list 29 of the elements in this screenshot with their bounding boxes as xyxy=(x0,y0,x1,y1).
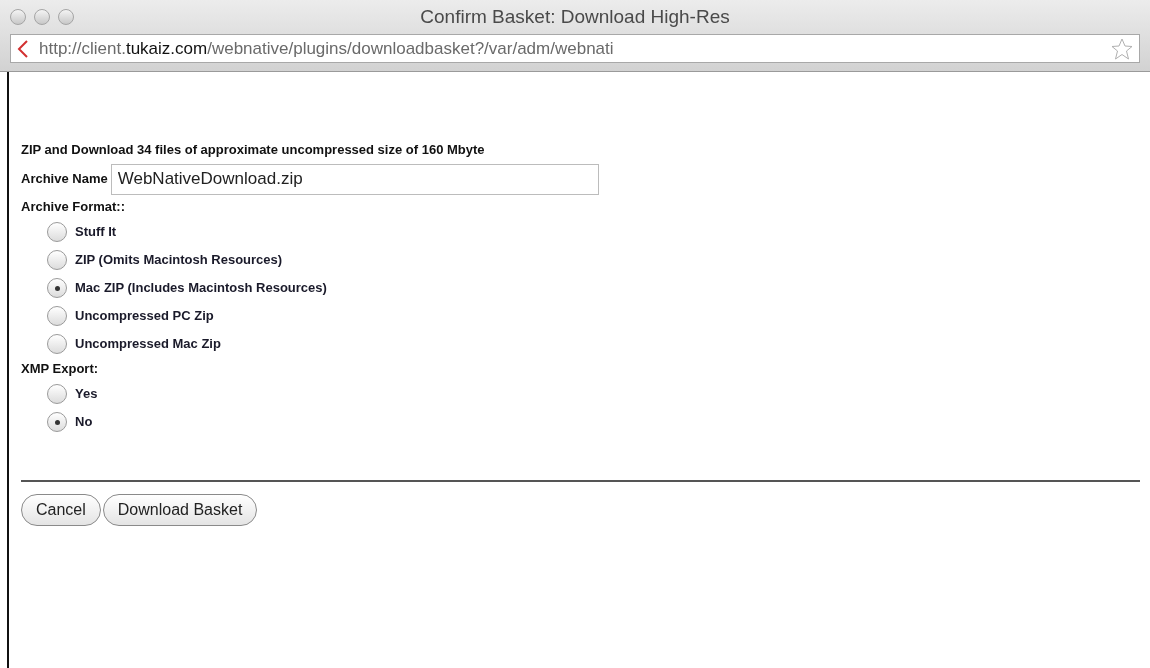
window-control-icon[interactable] xyxy=(58,9,74,25)
radio-label: No xyxy=(75,413,93,432)
group-label: XMP Export: xyxy=(21,360,100,379)
url-text: http://client.tukaiz.com/webnative/plugins/downloadbasket?/var/adm/webnati xyxy=(39,37,615,60)
radio-label: Stuff It xyxy=(75,223,117,242)
radio-button[interactable] xyxy=(47,384,67,404)
radio-label: Uncompressed Mac Zip xyxy=(75,335,221,354)
dialog-button[interactable]: Download Basket xyxy=(102,494,258,526)
back-icon[interactable] xyxy=(17,39,29,58)
radio-button[interactable] xyxy=(47,222,67,242)
address-bar[interactable]: http://client.tukaiz.com/webnative/plugins/downloadbasket?/var/adm/webnati xyxy=(10,34,1140,63)
dialog-button[interactable]: Cancel xyxy=(21,494,101,526)
window-control-icon[interactable] xyxy=(10,9,26,25)
star-icon[interactable] xyxy=(1111,37,1133,60)
radio-button[interactable] xyxy=(47,412,67,432)
radio-label: Uncompressed PC Zip xyxy=(75,307,214,326)
radio-button[interactable] xyxy=(47,334,67,354)
radio-button[interactable] xyxy=(47,250,67,270)
radio-button[interactable] xyxy=(47,306,67,326)
heading: ZIP and Download 34 files of approximate uncompressed size of 160 Mbyte xyxy=(21,141,486,159)
radio-label: Mac ZIP (Includes Macintosh Resources) xyxy=(75,279,327,298)
window-control-icon[interactable] xyxy=(34,9,50,25)
window-title: Confirm Basket: Download High-Res xyxy=(420,4,730,29)
radio-label: Yes xyxy=(75,385,98,404)
group-label: Archive Format:: xyxy=(21,198,127,217)
radio-label: ZIP (Omits Macintosh Resources) xyxy=(75,251,283,270)
archive-name-field[interactable]: WebNativeDownload.zip xyxy=(110,163,599,195)
field-label: Archive Name xyxy=(21,170,108,189)
radio-button[interactable] xyxy=(47,278,67,298)
